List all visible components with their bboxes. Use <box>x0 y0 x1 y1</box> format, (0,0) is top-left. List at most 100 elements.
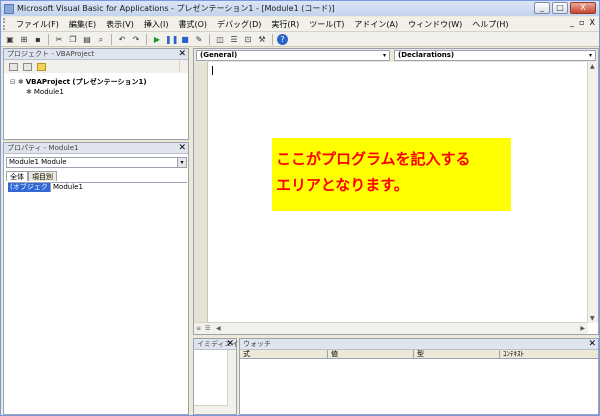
paste-icon[interactable]: ▤ <box>81 34 93 45</box>
collapse-icon[interactable]: ⊟ <box>10 78 16 86</box>
scroll-down-icon[interactable]: ▼ <box>590 315 595 322</box>
module-icon: ✱ <box>26 88 32 96</box>
toolbar-separator <box>209 33 210 45</box>
immediate-horizontal-scrollbar[interactable] <box>194 405 228 414</box>
menu-debug[interactable]: デバッグ(D) <box>212 19 266 30</box>
help-icon[interactable]: ? <box>277 33 288 45</box>
tab-categorized[interactable]: 項目別 <box>28 171 57 181</box>
view-app-icon[interactable]: ▣ <box>4 34 16 45</box>
watch-column-value[interactable]: 値 <box>328 350 414 358</box>
properties-tabs: 全体 項目別 <box>6 171 57 181</box>
watch-column-headers: 式 値 型 ｺﾝﾃｷｽﾄ <box>240 350 598 359</box>
vba-app-icon[interactable] <box>4 3 14 14</box>
property-name: (オブジェクト名) <box>8 183 51 192</box>
property-row[interactable]: (オブジェクト名) Module1 <box>8 183 187 192</box>
immediate-panel-header: イミディエイト ✕ <box>194 339 246 350</box>
menu-grip-icon[interactable] <box>3 18 11 30</box>
menu-insert[interactable]: 挿入(I) <box>139 19 174 30</box>
callout-line-2: エリアとなります。 <box>276 176 409 194</box>
toggle-folders-icon[interactable] <box>37 62 46 71</box>
menu-file[interactable]: ファイル(F) <box>11 19 64 30</box>
minimize-button[interactable]: _ <box>534 2 550 14</box>
vba-editor-window: Microsoft Visual Basic for Applications … <box>0 0 600 416</box>
properties-panel: プロパティ - Module1 ✕ Module1 Module ▾ 全体 項目… <box>3 142 189 415</box>
object-browser-icon[interactable]: ⊡ <box>242 34 254 45</box>
menu-edit[interactable]: 編集(E) <box>64 19 101 30</box>
mdi-minimize-button[interactable]: _ <box>570 18 574 27</box>
find-icon[interactable]: ⌕ <box>95 34 107 45</box>
callout-line-1: ここがプログラムを記入する <box>276 150 471 168</box>
full-module-view-icon[interactable]: ☰ <box>205 325 210 332</box>
watch-column-expression[interactable]: 式 <box>240 350 328 358</box>
scroll-right-icon[interactable]: ▶ <box>580 325 585 332</box>
project-panel-toolbar <box>4 60 188 73</box>
code-combos: (General) ▾ (Declarations) ▾ <box>194 49 598 62</box>
reset-icon[interactable]: ■ <box>179 34 191 45</box>
project-panel-scrollbar[interactable] <box>179 60 188 72</box>
toolbar-separator <box>272 33 273 45</box>
undo-icon[interactable]: ↶ <box>116 34 128 45</box>
view-code-icon[interactable] <box>9 62 18 71</box>
property-value[interactable]: Module1 <box>51 183 83 192</box>
cut-icon[interactable]: ✂ <box>53 34 65 45</box>
watch-panel-close-icon[interactable]: ✕ <box>588 339 596 349</box>
chevron-down-icon[interactable]: ▾ <box>586 51 595 60</box>
redo-icon[interactable]: ↷ <box>130 34 142 45</box>
code-margin <box>194 62 208 323</box>
menu-addins[interactable]: アドイン(A) <box>349 19 403 30</box>
project-explorer-icon[interactable]: ◫ <box>214 34 226 45</box>
annotation-callout: ここがプログラムを記入する エリアとなります。 <box>272 138 511 211</box>
object-selector[interactable]: Module1 Module ▾ <box>6 157 187 168</box>
watch-panel-title: ウォッチ <box>243 340 271 348</box>
design-mode-icon[interactable]: ✎ <box>193 34 205 45</box>
project-panel-header: プロジェクト - VBAProject ✕ <box>4 49 188 60</box>
mdi-restore-button[interactable]: ▫ <box>579 18 584 27</box>
properties-panel-header: プロパティ - Module1 ✕ <box>4 143 188 154</box>
insert-icon[interactable]: ⊞ <box>18 34 30 45</box>
project-panel-close-icon[interactable]: ✕ <box>178 49 186 59</box>
text-caret <box>212 66 213 75</box>
scroll-left-icon[interactable]: ◀ <box>216 325 221 332</box>
break-icon[interactable]: ❚❚ <box>165 34 178 45</box>
copy-icon[interactable]: ❐ <box>67 34 79 45</box>
procedure-combo[interactable]: (Declarations) ▾ <box>394 50 596 61</box>
save-icon[interactable]: ▪ <box>32 34 44 45</box>
menu-window[interactable]: ウィンドウ(W) <box>403 19 467 30</box>
tab-alphabetic[interactable]: 全体 <box>6 171 28 181</box>
code-window: (General) ▾ (Declarations) ▾ ここがプログラムを記入… <box>193 48 599 335</box>
object-selector-value: Module1 Module <box>9 158 67 166</box>
view-object-icon[interactable] <box>23 62 32 71</box>
scroll-up-icon[interactable]: ▲ <box>590 63 595 70</box>
object-combo[interactable]: (General) ▾ <box>196 50 390 61</box>
chevron-down-icon[interactable]: ▾ <box>380 51 389 60</box>
tree-node-project[interactable]: ⊟ ✱ VBAProject (プレゼンテーション1) <box>10 77 147 87</box>
menu-help[interactable]: ヘルプ(H) <box>467 19 513 30</box>
watch-panel: ウォッチ ✕ 式 値 型 ｺﾝﾃｷｽﾄ <box>239 338 599 415</box>
tree-node-module[interactable]: ✱ Module1 <box>10 87 147 97</box>
menu-bar: ファイル(F) 編集(E) 表示(V) 挿入(I) 書式(O) デバッグ(D) … <box>1 17 599 32</box>
tree-node-module-label: Module1 <box>33 88 64 96</box>
code-vertical-scrollbar[interactable]: ▲ ▼ <box>587 62 598 323</box>
toolbox-icon[interactable]: ⚒ <box>256 34 268 45</box>
menu-tools[interactable]: ツール(T) <box>304 19 349 30</box>
watch-column-type[interactable]: 型 <box>414 350 500 358</box>
properties-icon[interactable]: ☰ <box>228 34 240 45</box>
window-title: Microsoft Visual Basic for Applications … <box>17 4 335 13</box>
procedure-view-icon[interactable]: ≡ <box>196 325 201 332</box>
menu-format[interactable]: 書式(O) <box>173 19 212 30</box>
chevron-down-icon[interactable]: ▾ <box>177 158 186 167</box>
object-combo-value: (General) <box>200 51 238 59</box>
immediate-vertical-scrollbar[interactable] <box>227 350 236 414</box>
menu-run[interactable]: 実行(R) <box>266 19 304 30</box>
immediate-panel: イミディエイト ✕ <box>193 338 246 415</box>
menu-view[interactable]: 表示(V) <box>101 19 139 30</box>
immediate-panel-close-icon[interactable]: ✕ <box>226 339 234 349</box>
properties-panel-close-icon[interactable]: ✕ <box>178 143 186 153</box>
code-horizontal-scrollbar[interactable]: ≡ ☰ ◀ ▶ <box>194 322 588 334</box>
close-button[interactable]: X <box>570 2 596 14</box>
watch-column-context[interactable]: ｺﾝﾃｷｽﾄ <box>500 350 598 358</box>
run-icon[interactable]: ▶ <box>151 34 163 45</box>
maximize-button[interactable]: □ <box>552 2 568 14</box>
mdi-close-button[interactable]: X <box>590 18 595 27</box>
project-tree: ⊟ ✱ VBAProject (プレゼンテーション1) ✱ Module1 <box>10 77 147 97</box>
